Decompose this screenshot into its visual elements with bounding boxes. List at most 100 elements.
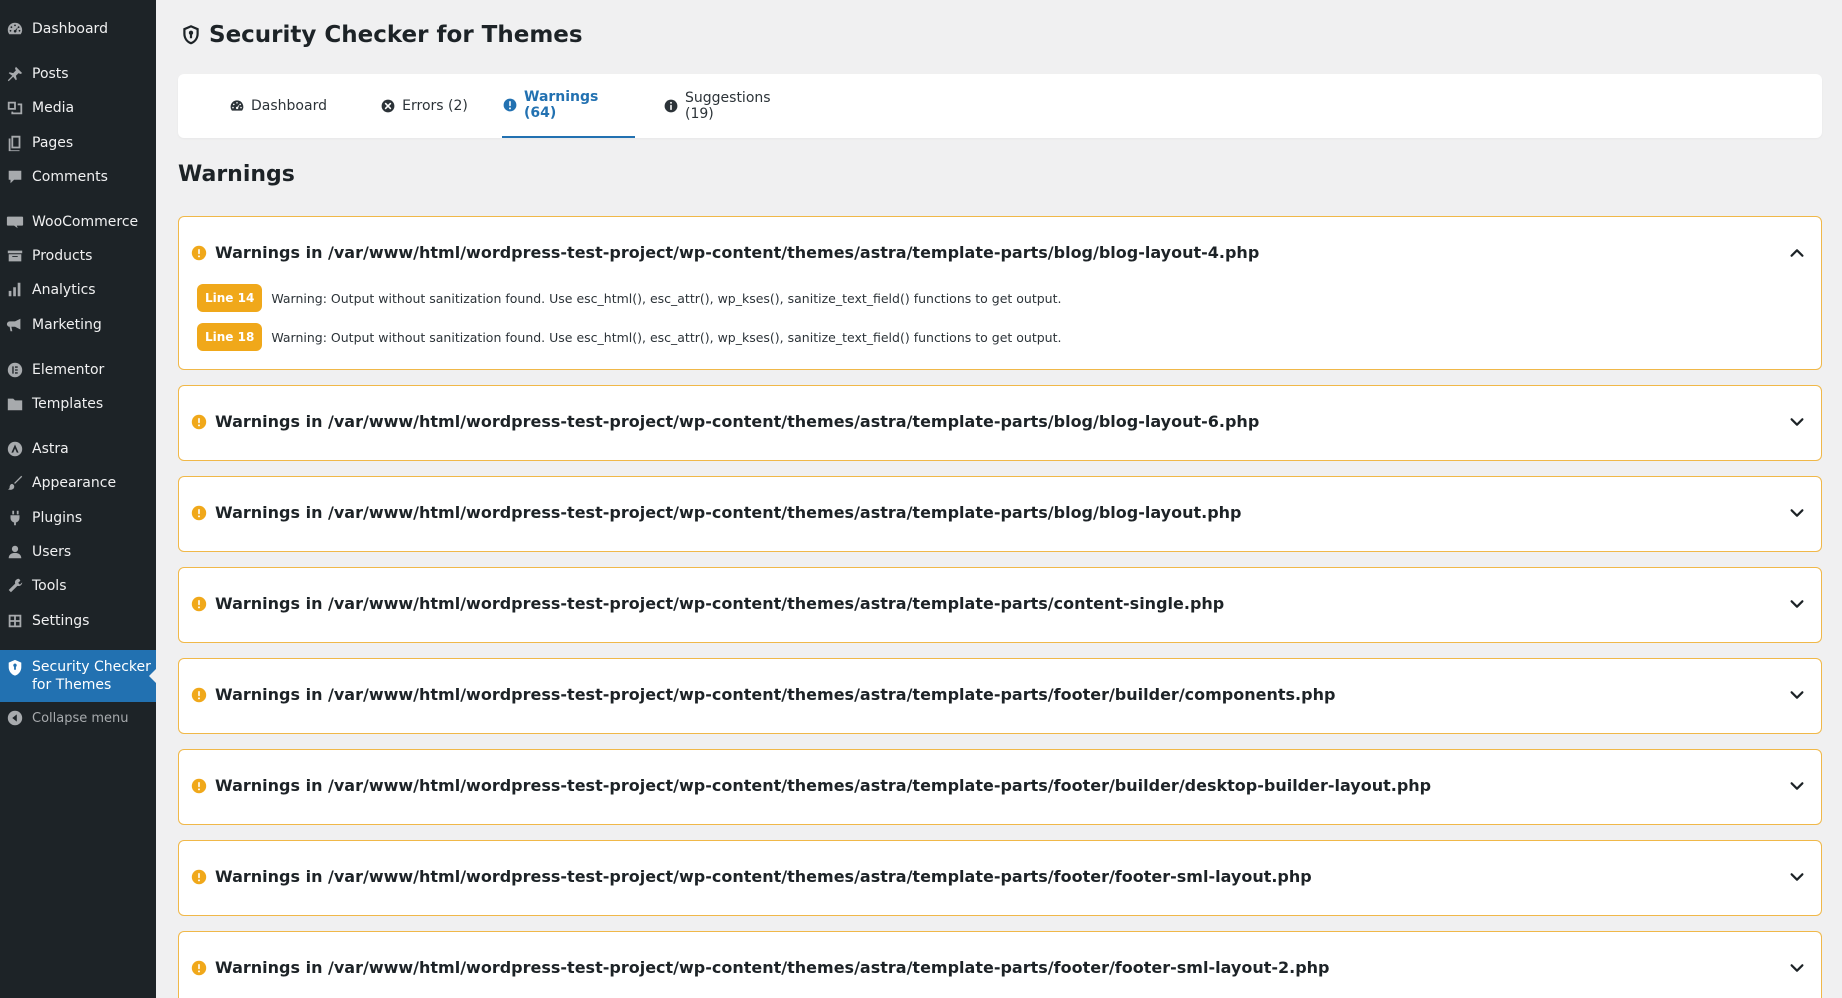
panel-title: Warnings in /var/www/html/wordpress-test… [215,594,1225,613]
chevron-down-icon[interactable] [1787,685,1807,705]
error-icon [380,98,396,114]
chart-bar-icon [5,280,25,300]
sidebar-active-label-line1: Security Checker [32,659,151,675]
sidebar-item-elementor[interactable]: Elementor [0,355,156,385]
sidebar-item-label: Settings [32,613,90,629]
pin-icon [5,64,25,84]
panel-header[interactable]: Warnings in /var/www/html/wordpress-test… [191,243,1807,262]
sidebar-item-templates[interactable]: Templates [0,389,156,419]
plugin-icon [5,508,25,528]
sidebar-item-products[interactable]: Products [0,241,156,271]
warning-panel: Warnings in /var/www/html/wordpress-test… [178,567,1822,643]
sidebar-item-dashboard[interactable]: Dashboard [0,14,156,44]
chevron-down-icon[interactable] [1787,958,1807,978]
warning-panel: Warnings in /var/www/html/wordpress-test… [178,749,1822,825]
sidebar-item-posts[interactable]: Posts [0,59,156,89]
warning-panel: Warnings in /var/www/html/wordpress-test… [178,931,1822,998]
panel-title: Warnings in /var/www/html/wordpress-test… [215,243,1260,262]
woocommerce-icon [5,212,25,232]
warning-icon [191,505,207,521]
panel-title: Warnings in /var/www/html/wordpress-test… [215,503,1242,522]
tab-suggestions[interactable]: Suggestions (19) [663,74,803,138]
chevron-down-icon[interactable] [1787,412,1807,432]
panel-title: Warnings in /var/www/html/wordpress-test… [215,867,1312,886]
sidebar-item-analytics[interactable]: Analytics [0,275,156,305]
sidebar-item-plugins[interactable]: Plugins [0,503,156,533]
chevron-down-icon[interactable] [1787,594,1807,614]
panel-header[interactable]: Warnings in /var/www/html/wordpress-test… [191,594,1807,613]
sidebar-item-appearance[interactable]: Appearance [0,468,156,498]
chevron-down-icon[interactable] [1787,867,1807,887]
sidebar-item-label: Security Checker for Themes [32,658,151,694]
chevron-down-icon[interactable] [1787,503,1807,523]
warning-panel: Warnings in /var/www/html/wordpress-test… [178,216,1822,370]
sidebar-item-label: Media [32,100,75,116]
sidebar-item-label: WooCommerce [32,214,139,230]
panel-header[interactable]: Warnings in /var/www/html/wordpress-test… [191,958,1807,977]
shield-icon [180,24,202,46]
dashboard-icon [5,19,25,39]
line-badge: Line 14 [197,284,263,312]
tab-label: Dashboard [251,98,327,114]
sidebar-item-tools[interactable]: Tools [0,571,156,601]
panel-header[interactable]: Warnings in /var/www/html/wordpress-test… [191,685,1807,704]
panel-header[interactable]: Warnings in /var/www/html/wordpress-test… [191,412,1807,431]
sidebar-item-label: Templates [32,396,104,412]
sidebar-item-pages[interactable]: Pages [0,128,156,158]
sidebar-item-label: Astra [32,441,69,457]
warning-icon [191,869,207,885]
sidebar-item-users[interactable]: Users [0,537,156,567]
warning-panel: Warnings in /var/www/html/wordpress-test… [178,385,1822,461]
sidebar-item-label: Analytics [32,282,96,298]
shield-icon [5,658,25,678]
warning-icon [191,960,207,976]
warning-message: Warning: Output without sanitization fou… [271,290,1062,306]
chevron-up-icon[interactable] [1787,243,1807,263]
panel-header[interactable]: Warnings in /var/www/html/wordpress-test… [191,776,1807,795]
tab-label: Errors (2) [402,98,468,114]
sidebar-item-label: Pages [32,135,74,151]
sidebar-item-woocommerce[interactable]: WooCommerce [0,207,156,237]
warning-panel: Warnings in /var/www/html/wordpress-test… [178,840,1822,916]
sidebar-item-media[interactable]: Media [0,93,156,123]
warning-icon [191,778,207,794]
panel-title: Warnings in /var/www/html/wordpress-test… [215,412,1260,431]
megaphone-icon [5,315,25,335]
sidebar-item-security-checker[interactable]: Security Checker for Themes [0,650,157,702]
sidebar-item-label: Dashboard [32,21,108,37]
panel-header[interactable]: Warnings in /var/www/html/wordpress-test… [191,503,1807,522]
collapse-icon [5,708,25,728]
collapse-menu-label: Collapse menu [32,710,129,726]
brush-icon [5,473,25,493]
tab-dashboard[interactable]: Dashboard [223,74,333,138]
folder-icon [5,394,25,414]
tab-bar: Dashboard Errors (2) Warnings (64) Sugge… [178,74,1822,138]
panel-title: Warnings in /var/www/html/wordpress-test… [215,958,1330,977]
wrench-icon [5,576,25,596]
sidebar-item-comments[interactable]: Comments [0,162,156,192]
panel-title: Warnings in /var/www/html/wordpress-test… [215,685,1336,704]
tab-warnings[interactable]: Warnings (64) [502,74,635,138]
settings-icon [5,611,25,631]
page-title-text: Security Checker for Themes [209,22,583,48]
collapse-menu-button[interactable]: Collapse menu [0,703,156,733]
sidebar-active-label-line2: for Themes [32,677,112,693]
chevron-down-icon[interactable] [1787,776,1807,796]
section-title: Warnings [178,162,295,187]
warning-icon [502,97,518,113]
archive-icon [5,246,25,266]
line-badge: Line 18 [197,323,263,351]
warning-panel: Warnings in /var/www/html/wordpress-test… [178,658,1822,734]
tab-errors[interactable]: Errors (2) [374,74,474,138]
sidebar-item-label: Products [32,248,93,264]
sidebar-item-marketing[interactable]: Marketing [0,310,156,340]
sidebar-item-settings[interactable]: Settings [0,606,156,636]
sidebar-item-label: Users [32,544,72,560]
sidebar-item-label: Plugins [32,510,83,526]
media-icon [5,98,25,118]
sidebar-item-astra[interactable]: Astra [0,434,156,464]
warning-icon [191,687,207,703]
panel-header[interactable]: Warnings in /var/www/html/wordpress-test… [191,867,1807,886]
info-icon [663,98,679,114]
tab-label: Warnings (64) [524,89,599,121]
